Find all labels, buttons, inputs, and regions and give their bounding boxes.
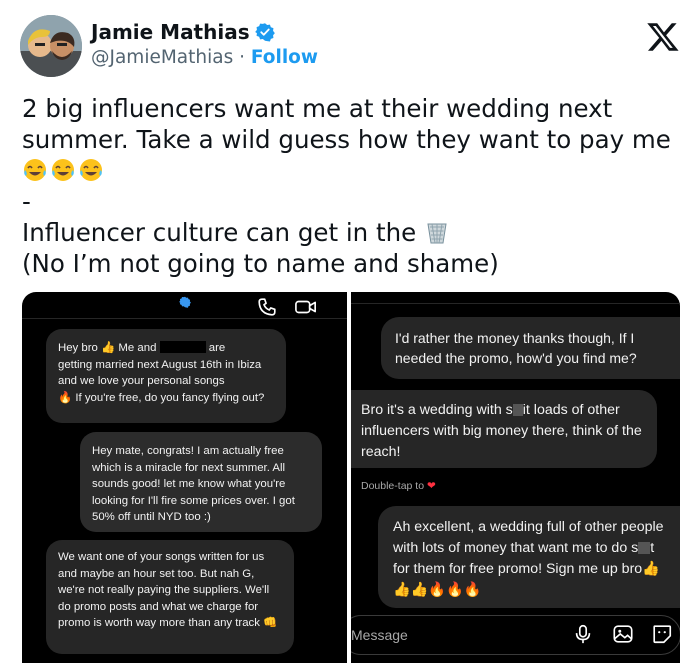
heart-icon: ❤ [426,480,436,492]
tears-of-joy-emoji-icon [78,157,104,183]
phone-call-icon[interactable] [256,296,278,323]
message-bubble-incoming[interactable]: We want one of your songs written for us… [46,540,294,654]
wastebasket-emoji-icon [424,219,450,245]
follow-button[interactable]: Follow [251,47,318,68]
x-logo-icon[interactable] [646,20,680,54]
thumbs-up-emoji-icon: 👍 [101,342,116,354]
tweet-header: Jamie Mathias @JamieMathias · Follow [20,15,680,79]
fire-emoji-icon: 🔥 [58,391,73,404]
message-bubble-incoming[interactable]: Bro it's a wedding with s it loads of oth… [351,390,657,468]
tweet-text: 2 big influencers want me at their weddi… [22,93,682,279]
verified-badge-icon [254,22,275,42]
chat-header-divider [351,303,680,304]
author-block: Jamie Mathias @JamieMathias · Follow [91,20,318,68]
message-bubble-incoming[interactable]: Hey bro 👍 Me and are getting married nex… [46,329,286,423]
author-handle[interactable]: @JamieMathias [91,47,233,68]
censored-letter [512,404,523,416]
message-bubble-outgoing[interactable]: Ah excellent, a wedding full of other pe… [378,506,680,608]
tears-of-joy-emoji-icon [50,157,76,183]
redacted-name [159,341,206,353]
chat-screenshot-right[interactable]: I'd rather the money thanks though, If I… [351,292,680,663]
tears-of-joy-emoji-icon [22,157,48,183]
censored-letter [638,542,651,554]
image-gallery-icon[interactable] [612,623,634,645]
message-composer: Message [351,610,680,663]
message-placeholder: Message [351,627,408,643]
handle-separator: · [233,47,251,68]
tweet-dash: - [22,187,31,216]
double-tap-hint[interactable]: Double-tap to ❤ [361,480,436,492]
tweet-line-3: (No I’m not going to name and shame) [22,249,499,278]
tweet-line-2: Influencer culture can get in the [22,217,682,248]
message-bubble-outgoing[interactable]: Hey mate, congrats! I am actually free w… [80,432,322,532]
microphone-icon[interactable] [572,623,594,645]
avatar[interactable] [20,15,82,77]
sticker-icon[interactable] [651,623,673,645]
verified-badge-icon [179,295,191,313]
tweet-media[interactable]: Hey bro 👍 Me and are getting married nex… [22,292,680,663]
fist-emoji-icon: 👊 [263,617,278,629]
message-bubble-outgoing[interactable]: I'd rather the money thanks though, If I… [381,317,680,379]
fire-emoji-icon: 🔥🔥🔥 [428,582,482,598]
tweet-line-1: 2 big influencers want me at their weddi… [22,93,682,186]
chat-screenshot-left[interactable]: Hey bro 👍 Me and are getting married nex… [22,292,347,663]
video-call-icon[interactable] [294,296,318,323]
author-name[interactable]: Jamie Mathias [91,20,250,44]
